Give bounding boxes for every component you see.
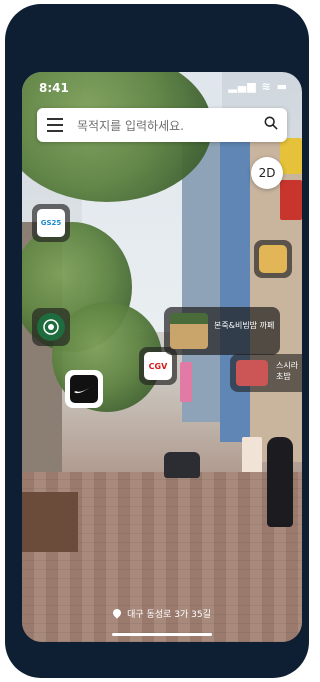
food-logo bbox=[259, 245, 287, 273]
starbucks-logo bbox=[37, 313, 65, 341]
cgv-logo: CGV bbox=[144, 352, 172, 380]
marker-nike[interactable] bbox=[65, 370, 103, 408]
marker-gs25[interactable]: GS25 bbox=[32, 204, 70, 242]
location-address: 대구 동성로 3가 35길 bbox=[127, 609, 211, 620]
marker-food[interactable] bbox=[254, 240, 292, 278]
search-icon[interactable] bbox=[264, 116, 278, 130]
home-indicator[interactable] bbox=[112, 633, 212, 636]
current-location: 대구 동성로 3가 35길 bbox=[22, 602, 302, 624]
status-bar: 8:41 ▂▄▆ ≋ ▬ bbox=[22, 72, 302, 100]
search-input[interactable]: 목적지를 입력하세요. bbox=[77, 117, 184, 134]
ar-camera-view: 8:41 ▂▄▆ ≋ ▬ 목적지를 입력하세요. 2D GS25 CGV 본죽&… bbox=[22, 72, 302, 642]
status-time: 8:41 bbox=[39, 81, 69, 95]
signboard-pink bbox=[180, 362, 192, 402]
place-name-2: 스시라 초밥 bbox=[276, 361, 299, 381]
search-bar[interactable]: 목적지를 입력하세요. bbox=[37, 108, 287, 142]
place-thumbnail-2 bbox=[236, 360, 268, 386]
parked-car bbox=[164, 452, 200, 478]
pedestrian bbox=[267, 437, 293, 527]
status-icons: ▂▄▆ ≋ ▬ bbox=[228, 80, 288, 93]
phone-frame: 8:41 ▂▄▆ ≋ ▬ 목적지를 입력하세요. 2D GS25 CGV 본죽&… bbox=[5, 4, 309, 678]
place-thumbnail bbox=[170, 313, 208, 349]
marker-starbucks[interactable] bbox=[32, 308, 70, 346]
place-name: 본죽&비빔밥 까페 bbox=[214, 321, 275, 330]
place-card[interactable]: 본죽&비빔밥 까페 bbox=[164, 307, 280, 355]
place-card-2[interactable]: 스시라 초밥 bbox=[230, 354, 302, 392]
building-glass bbox=[220, 142, 250, 442]
location-pin-icon bbox=[111, 607, 123, 619]
signboard-red bbox=[280, 180, 302, 220]
nike-logo bbox=[70, 375, 98, 403]
gs25-logo: GS25 bbox=[37, 209, 65, 237]
view-2d-button[interactable]: 2D bbox=[251, 157, 283, 189]
display-shelf bbox=[22, 492, 78, 552]
menu-icon[interactable] bbox=[47, 118, 63, 132]
signboard-yellow bbox=[280, 138, 302, 174]
